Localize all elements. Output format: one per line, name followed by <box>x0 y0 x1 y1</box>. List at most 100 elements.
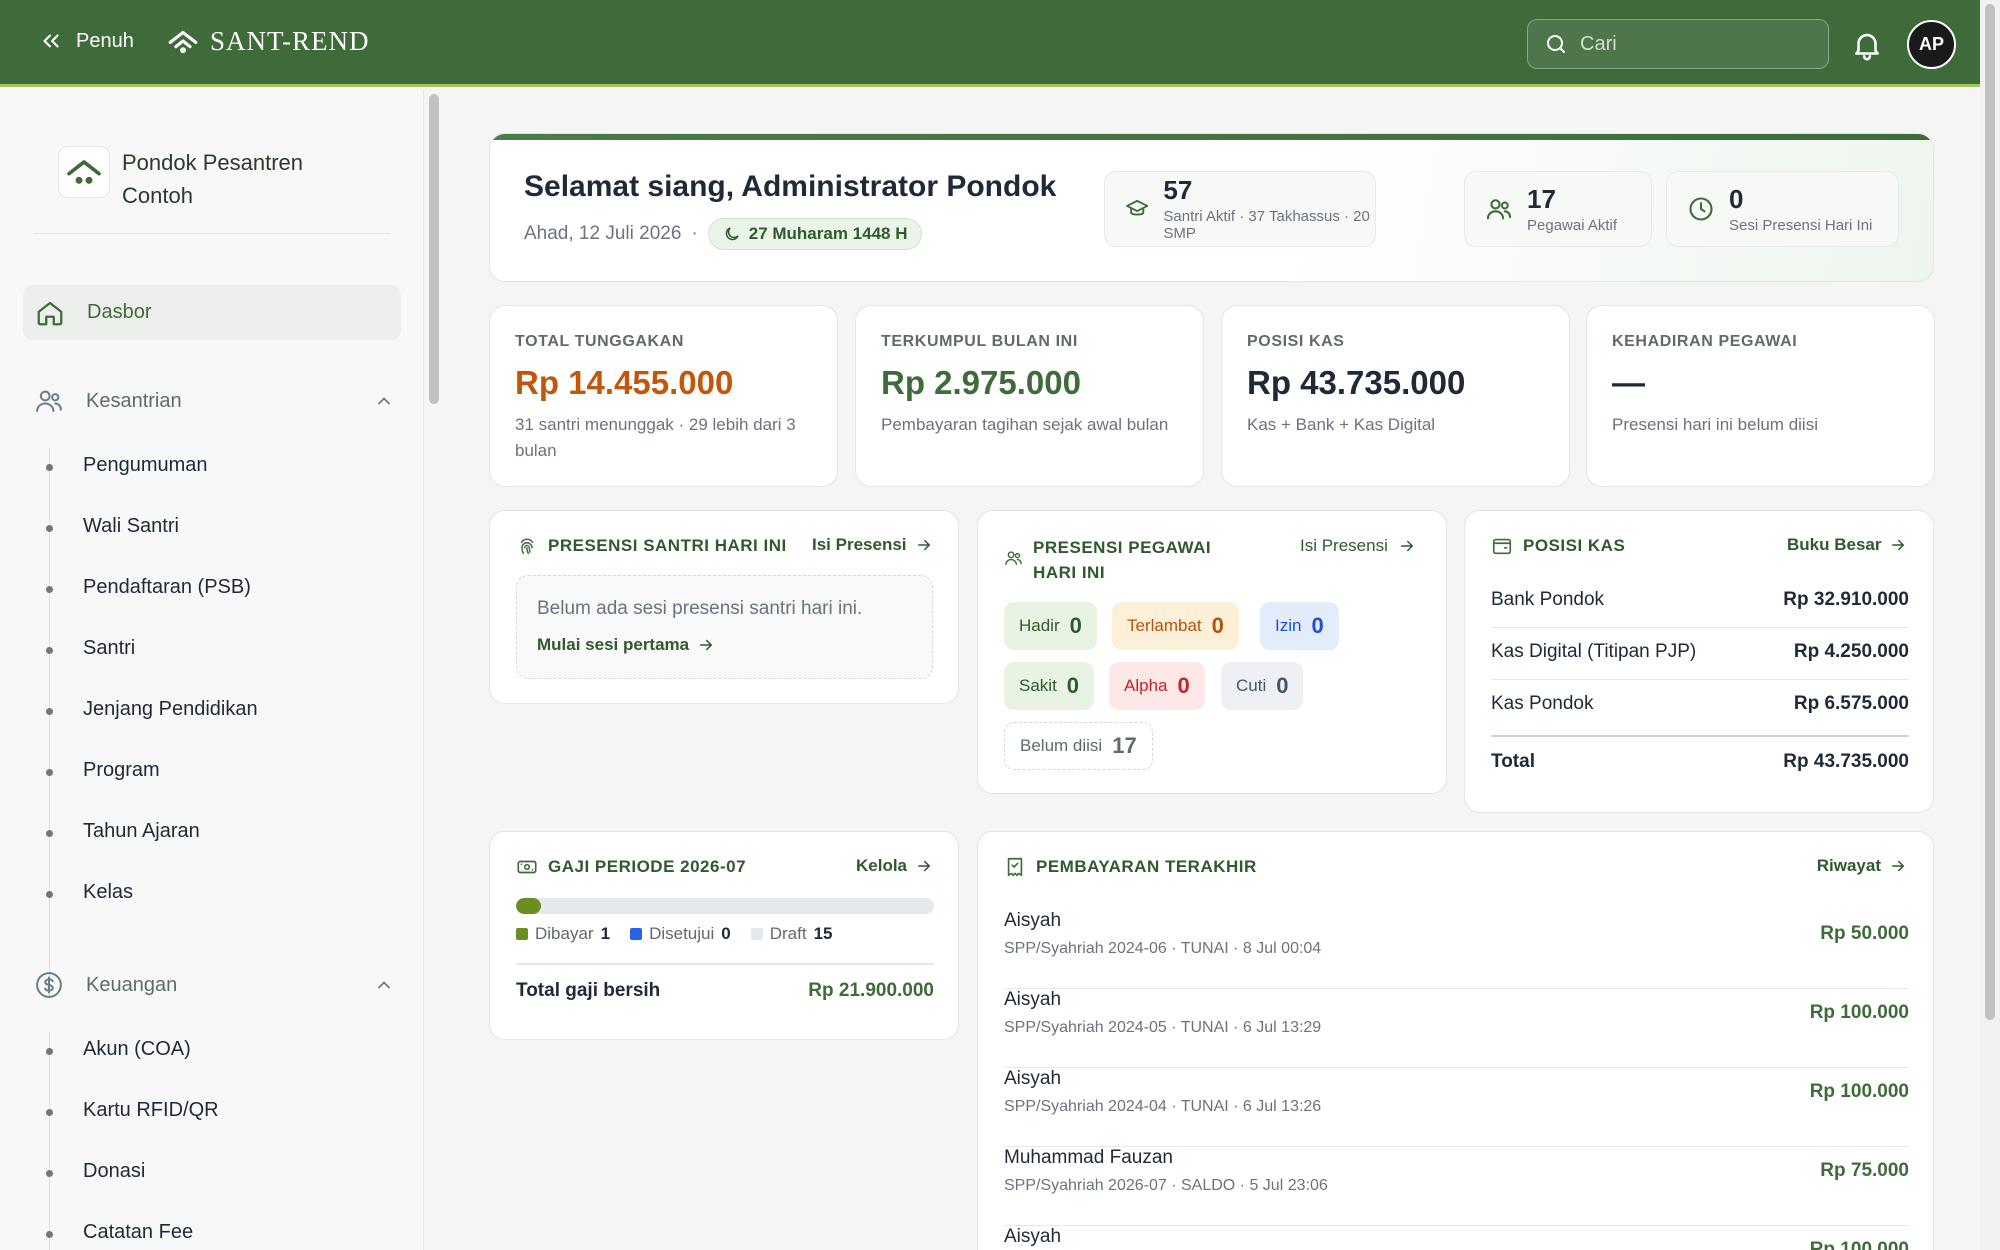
payment-row[interactable]: Muhammad Fauzan SPP/Syahriah 2026-07 · S… <box>1004 1147 1909 1226</box>
sidebar-item-pendaftaran[interactable]: Pendaftaran (PSB) <box>83 576 251 599</box>
isi-presensi-santri-link[interactable]: Isi Presensi <box>812 535 933 555</box>
payer-name: Aisyah <box>1004 910 1062 931</box>
chip-label: Alpha <box>1124 676 1168 695</box>
sidebar-item-tahun-ajaran[interactable]: Tahun Ajaran <box>83 820 200 843</box>
kas-row: Kas Pondok Rp 6.575.000 <box>1491 693 1909 715</box>
sidebar-item-dasbor[interactable]: Dasbor <box>23 285 401 340</box>
sidebar-item-label: Dasbor <box>87 301 152 323</box>
sidebar-item-donasi[interactable]: Donasi <box>83 1160 145 1183</box>
kas-label: Bank Pondok <box>1491 589 1605 610</box>
empty-state: Belum ada sesi presensi santri hari ini.… <box>516 575 933 679</box>
search-input[interactable] <box>1580 32 1800 56</box>
payment-row[interactable]: Aisyah SPP/Syahriah 2024-06 · TUNAI · 8 … <box>1004 910 1909 989</box>
top-bar: Penuh SANT-REND AP <box>0 0 1980 87</box>
home-logo-icon <box>168 30 198 54</box>
section-title-text: GAJI PERIODE 2026-07 <box>548 857 747 876</box>
school-header: Pondok Pesantren Contoh <box>58 146 342 212</box>
payment-row[interactable]: Aisyah SPP/Syahriah 2024-04 · TUNAI · 6 … <box>1004 1068 1909 1147</box>
sidebar-item-catatan-fee[interactable]: Catatan Fee <box>83 1221 193 1244</box>
kpi-title: POSISI KAS <box>1247 333 1345 350</box>
empty-message: Belum ada sesi presensi santri hari ini. <box>537 598 863 619</box>
buku-besar-link[interactable]: Buku Besar <box>1787 535 1907 555</box>
sidebar-item-pengumuman[interactable]: Pengumuman <box>83 454 208 477</box>
payment-row[interactable]: Aisyah Rp 100.000 <box>1004 1226 1909 1250</box>
kpi-kehadiran-pegawai[interactable]: KEHADIRAN PEGAWAI — Presensi hari ini be… <box>1586 305 1935 487</box>
collapse-label: Penuh <box>76 29 134 52</box>
isi-presensi-pegawai-link[interactable]: Isi Presensi <box>1300 533 1424 558</box>
sidebar-item-kelas[interactable]: Kelas <box>83 881 133 904</box>
sidebar-item-kartu-rfid[interactable]: Kartu RFID/QR <box>83 1099 219 1122</box>
gaji-progress-bar <box>516 898 934 914</box>
pembayaran-terakhir-card: PEMBAYARAN TERAKHIR Riwayat Aisyah SPP/S… <box>977 831 1934 1250</box>
kas-total-amount: Rp 43.735.000 <box>1783 751 1909 772</box>
chip-label: Terlambat <box>1127 616 1202 635</box>
chip-alpha: Alpha 0 <box>1109 662 1205 710</box>
sidebar-item-jenjang-pendidikan[interactable]: Jenjang Pendidikan <box>83 698 258 721</box>
presensi-pegawai-card: PRESENSI PEGAWAI HARI INI Isi Presensi H… <box>977 510 1447 794</box>
welcome-card: Selamat siang, Administrator Pondok Ahad… <box>489 133 1934 282</box>
sidebar-group-keuangan[interactable]: Keuangan <box>34 970 394 1000</box>
payment-meta: SPP/Syahriah 2026-07 · SALDO · 5 Jul 23:… <box>1004 1177 1328 1194</box>
link-text: Isi Presensi <box>1300 536 1388 555</box>
kas-row: Kas Digital (Titipan PJP) Rp 4.250.000 <box>1491 641 1909 663</box>
chip-count: 0 <box>1069 613 1082 638</box>
kas-total-row: Total Rp 43.735.000 <box>1491 751 1909 773</box>
sidebar-scrollbar-thumb[interactable] <box>429 94 439 404</box>
sidebar-item-program[interactable]: Program <box>83 759 160 782</box>
payment-amount: Rp 75.000 <box>1820 1160 1909 1181</box>
sidebar-item-akun-coa[interactable]: Akun (COA) <box>83 1038 191 1061</box>
payer-name: Aisyah <box>1004 989 1062 1010</box>
stat-label: Sesi Presensi Hari Ini <box>1729 216 1873 234</box>
bell-icon[interactable] <box>1850 28 1884 62</box>
search-icon <box>1547 35 1565 53</box>
greeting: Selamat siang, Administrator Pondok <box>524 170 1057 203</box>
riwayat-link[interactable]: Riwayat <box>1817 856 1907 876</box>
users-icon <box>1486 199 1512 220</box>
sidebar-group-kesantrian[interactable]: Kesantrian <box>34 386 394 416</box>
page-scrollbar[interactable] <box>1980 0 2000 1250</box>
kpi-posisi-kas[interactable]: POSISI KAS Rp 43.735.000 Kas + Bank + Ka… <box>1221 305 1570 487</box>
brand-logo[interactable]: SANT-REND <box>166 24 370 58</box>
legend-label: Dibayar <box>535 924 594 943</box>
chevron-up-icon <box>378 397 390 405</box>
bullet-dot <box>46 525 53 532</box>
wallet-icon <box>1492 538 1512 555</box>
chip-label: Belum diisi <box>1020 736 1103 755</box>
divider <box>1491 679 1909 680</box>
kpi-total-tunggakan[interactable]: TOTAL TUNGGAKAN Rp 14.455.000 31 santri … <box>489 305 838 487</box>
kelola-link[interactable]: Kelola <box>856 856 933 876</box>
avatar[interactable]: AP <box>1907 20 1956 69</box>
payment-amount: Rp 100.000 <box>1809 1002 1909 1023</box>
mulai-sesi-link[interactable]: Mulai sesi pertama <box>537 635 715 655</box>
section-title: POSISI KAS <box>1491 535 1625 557</box>
link-text: Kelola <box>856 856 908 875</box>
kas-amount: Rp 6.575.000 <box>1793 693 1909 714</box>
kpi-value: Rp 43.735.000 <box>1247 364 1466 401</box>
posisi-kas-card: POSISI KAS Buku Besar Bank Pondok Rp 32.9… <box>1464 510 1934 813</box>
chip-belum-diisi: Belum diisi 17 <box>1004 722 1153 770</box>
legend-item-dibayar: Dibayar 1 <box>516 924 610 944</box>
section-title-text: POSISI KAS <box>1523 536 1626 555</box>
collapse-sidebar-button[interactable]: Penuh <box>38 28 134 54</box>
stat-label: Pegawai Aktif <box>1527 216 1618 234</box>
payment-row[interactable]: Aisyah SPP/Syahriah 2024-05 · TUNAI · 6 … <box>1004 989 1909 1068</box>
kpi-title: TERKUMPUL BULAN INI <box>881 333 1078 350</box>
kas-amount: Rp 4.250.000 <box>1793 641 1909 662</box>
kpi-terkumpul-bulan-ini[interactable]: TERKUMPUL BULAN INI Rp 2.975.000 Pembaya… <box>855 305 1204 487</box>
section-title-text: PRESENSI SANTRI HARI INI <box>548 536 787 555</box>
stat-value: 57 <box>1163 175 1193 205</box>
sidebar-item-wali-santri[interactable]: Wali Santri <box>83 515 179 538</box>
clock-icon <box>1689 197 1713 221</box>
bullet-dot <box>46 647 53 654</box>
hijri-date: 27 Muharam 1448 H <box>748 224 908 243</box>
page-scrollbar-thumb[interactable] <box>1985 4 1995 1020</box>
section-title: PEMBAYARAN TERAKHIR <box>1004 856 1257 878</box>
divider <box>516 963 934 965</box>
stat-value: 17 <box>1527 183 1556 214</box>
chip-label: Izin <box>1275 616 1302 635</box>
brand-name: SANT-REND <box>210 25 370 56</box>
gregorian-date: Ahad, 12 Juli 2026 <box>524 223 682 244</box>
search-box[interactable] <box>1527 19 1829 69</box>
sidebar-item-santri[interactable]: Santri <box>83 637 135 660</box>
moon-icon <box>725 227 739 241</box>
